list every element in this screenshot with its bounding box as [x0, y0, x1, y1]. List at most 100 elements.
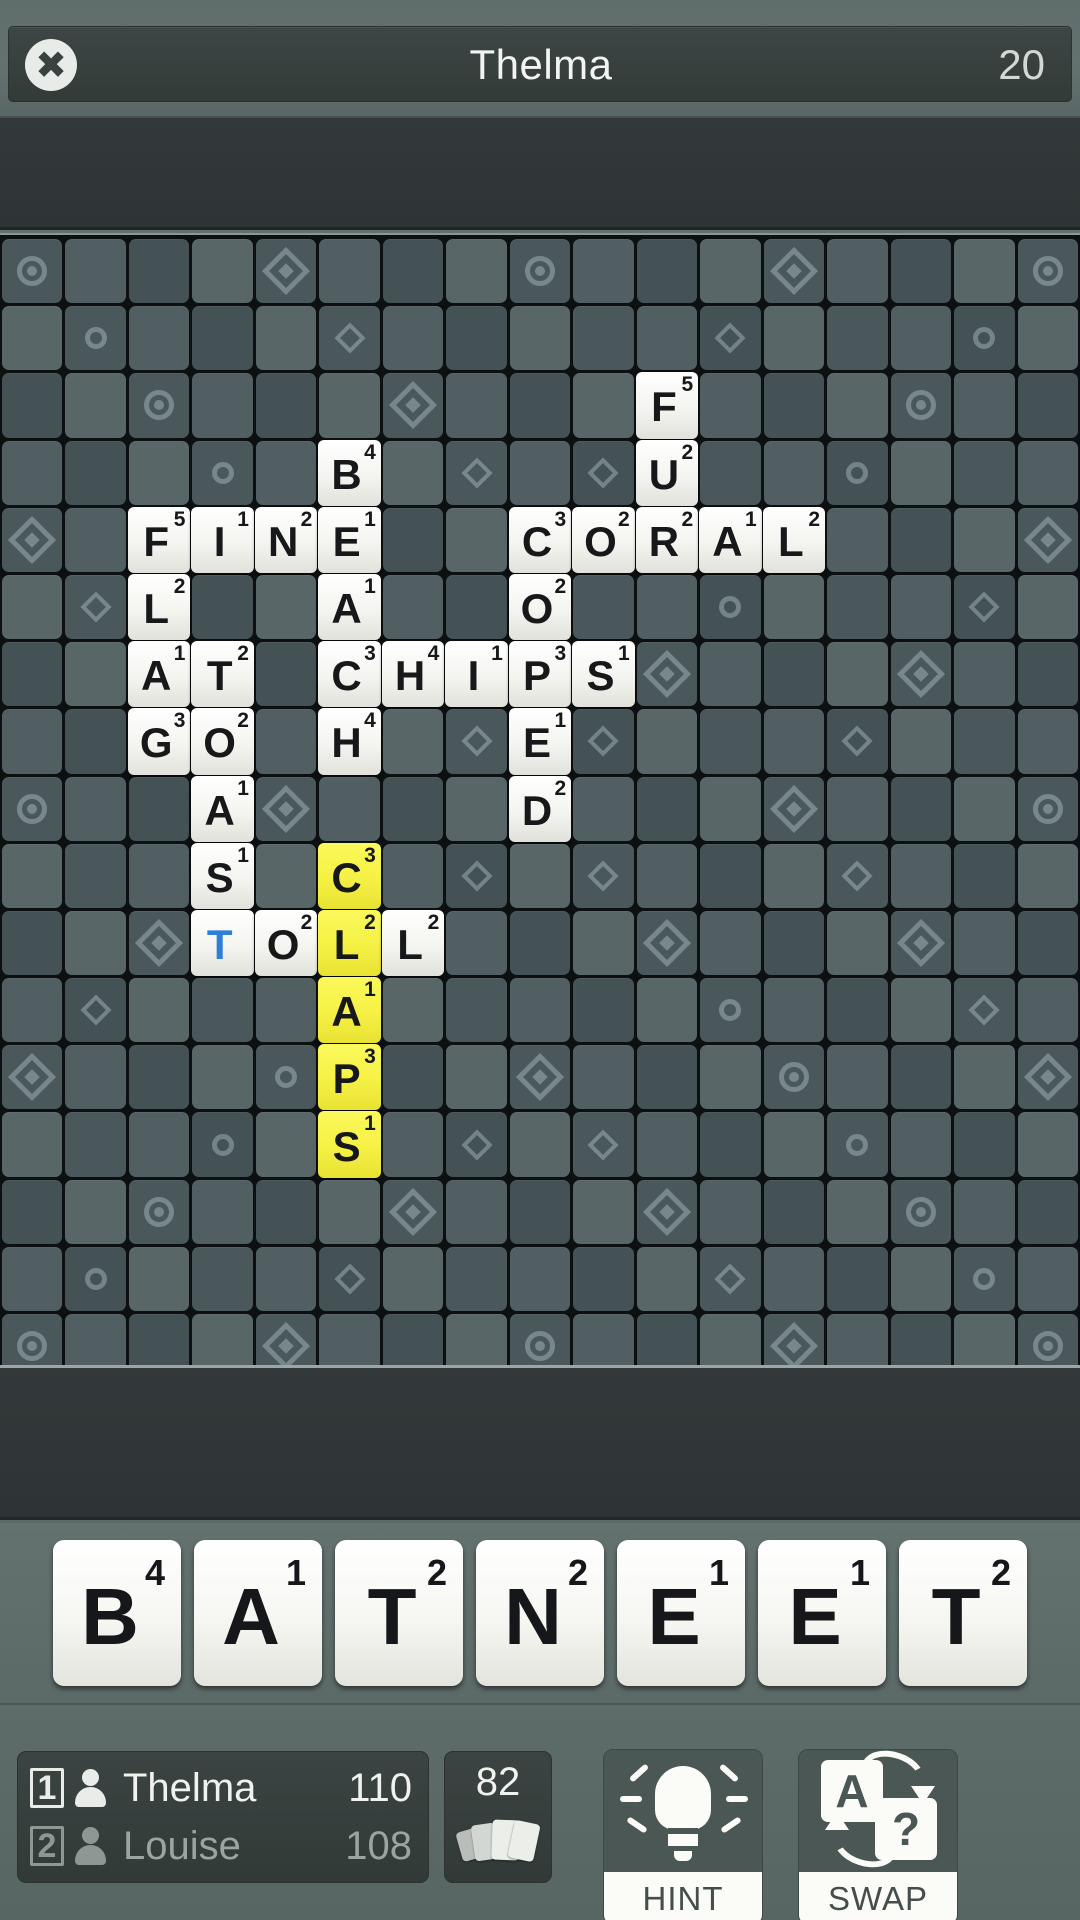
board-cell[interactable]	[319, 1314, 380, 1365]
board-cell[interactable]	[2, 978, 63, 1043]
board-tile[interactable]: C3	[508, 506, 572, 573]
board-cell[interactable]: L2	[127, 573, 191, 641]
board-cell[interactable]: S1	[191, 842, 254, 909]
board-tile[interactable]: H4	[381, 641, 445, 708]
board-cell[interactable]	[446, 776, 507, 841]
board-cell[interactable]	[890, 440, 952, 505]
board-cell[interactable]	[763, 373, 825, 438]
board-cell[interactable]	[827, 239, 888, 304]
board-cell[interactable]	[827, 440, 888, 505]
board-cell[interactable]	[1017, 642, 1078, 707]
board-cell[interactable]	[827, 507, 888, 572]
board-cell[interactable]	[319, 1246, 380, 1311]
board-cell[interactable]	[192, 440, 253, 505]
board-tile[interactable]: U2	[635, 439, 699, 506]
board-cell[interactable]	[573, 1246, 634, 1311]
board-cell[interactable]	[446, 373, 507, 438]
board-cell[interactable]	[827, 978, 888, 1043]
board-cell[interactable]: C3	[508, 506, 572, 573]
board-cell[interactable]	[446, 574, 507, 640]
board-cell[interactable]	[763, 1314, 825, 1365]
board-cell[interactable]: A1	[699, 506, 762, 573]
board-cell[interactable]	[319, 373, 380, 438]
board-cell[interactable]: E1	[318, 506, 381, 573]
board-cell[interactable]	[446, 1246, 507, 1311]
board-cell[interactable]	[128, 776, 190, 841]
board-cell[interactable]: E1	[508, 708, 572, 775]
board-cell[interactable]	[1017, 776, 1078, 841]
board-cell[interactable]	[763, 910, 825, 976]
board-cell[interactable]: N2	[254, 506, 318, 573]
board-cell[interactable]	[763, 843, 825, 908]
board-cell[interactable]	[636, 574, 698, 640]
board-cell[interactable]	[700, 910, 761, 976]
board-cell[interactable]	[509, 978, 571, 1043]
board-cell[interactable]	[700, 239, 761, 304]
board-cell[interactable]	[65, 507, 126, 572]
board-cell[interactable]	[1017, 1246, 1078, 1311]
board-cell[interactable]	[509, 373, 571, 438]
board-cell[interactable]: A1	[127, 641, 191, 708]
board-cell[interactable]	[2, 843, 63, 908]
board-cell[interactable]	[636, 776, 698, 841]
board-cell[interactable]	[319, 776, 380, 841]
board-cell[interactable]	[700, 1179, 761, 1244]
board-tile[interactable]: O2	[254, 909, 318, 977]
board-cell[interactable]	[2, 1045, 63, 1110]
board-cell[interactable]	[954, 507, 1015, 572]
board-cell[interactable]	[573, 1179, 634, 1244]
board-cell[interactable]	[954, 910, 1015, 976]
board-cell[interactable]	[192, 239, 253, 304]
board-cell[interactable]: P3	[318, 1044, 381, 1111]
board-tile[interactable]: I1	[191, 506, 254, 573]
board-cell[interactable]	[763, 1179, 825, 1244]
board-cell[interactable]	[509, 440, 571, 505]
board-cell[interactable]	[700, 306, 761, 371]
board-cell[interactable]	[827, 642, 888, 707]
board-cell[interactable]	[446, 1112, 507, 1177]
board-cell[interactable]	[128, 306, 190, 371]
board-cell[interactable]	[890, 507, 952, 572]
board-cell[interactable]	[1017, 709, 1078, 774]
board-cell[interactable]: D2	[508, 775, 572, 842]
board-cell[interactable]	[954, 239, 1015, 304]
board-cell[interactable]	[255, 978, 317, 1043]
board-cell[interactable]	[446, 843, 507, 908]
board-cell[interactable]	[446, 440, 507, 505]
board-cell[interactable]	[700, 1045, 761, 1110]
board-cell[interactable]	[573, 843, 634, 908]
board-cell[interactable]	[700, 440, 761, 505]
board-tile[interactable]: S1	[572, 641, 635, 708]
board-cell[interactable]: L2	[381, 909, 445, 977]
board-cell[interactable]: F5	[127, 506, 191, 573]
board-cell[interactable]	[890, 642, 952, 707]
board-cell[interactable]	[509, 1045, 571, 1110]
board-tile[interactable]: L2	[127, 573, 191, 641]
board-cell[interactable]	[763, 1112, 825, 1177]
board-cell[interactable]	[827, 1045, 888, 1110]
board-cell[interactable]	[128, 440, 190, 505]
board-tile[interactable]: A1	[318, 573, 381, 641]
rack-tile[interactable]: T2	[335, 1540, 463, 1686]
board-cell[interactable]	[636, 1179, 698, 1244]
board-cell[interactable]	[65, 1179, 126, 1244]
board-cell[interactable]	[573, 306, 634, 371]
board-cell[interactable]	[192, 306, 253, 371]
tile-rack[interactable]: B4A1T2N2E1E1T2	[0, 1523, 1080, 1705]
board-cell[interactable]	[636, 1314, 698, 1365]
board-cell[interactable]	[890, 1246, 952, 1311]
board-tile[interactable]: A1	[699, 506, 762, 573]
board-cell[interactable]	[382, 1112, 444, 1177]
board-cell[interactable]	[446, 1179, 507, 1244]
board-cell[interactable]	[1017, 978, 1078, 1043]
board-cell[interactable]	[128, 1045, 190, 1110]
board-cell[interactable]	[509, 843, 571, 908]
board-cell[interactable]: T2	[191, 641, 254, 708]
board-cell[interactable]: H4	[381, 641, 445, 708]
board-cell[interactable]	[700, 574, 761, 640]
board-cell[interactable]	[1017, 1112, 1078, 1177]
board-cell[interactable]: F5	[635, 372, 699, 439]
board-cell[interactable]	[446, 1045, 507, 1110]
board-tile[interactable]: P3	[508, 641, 572, 708]
board-cell[interactable]	[2, 440, 63, 505]
